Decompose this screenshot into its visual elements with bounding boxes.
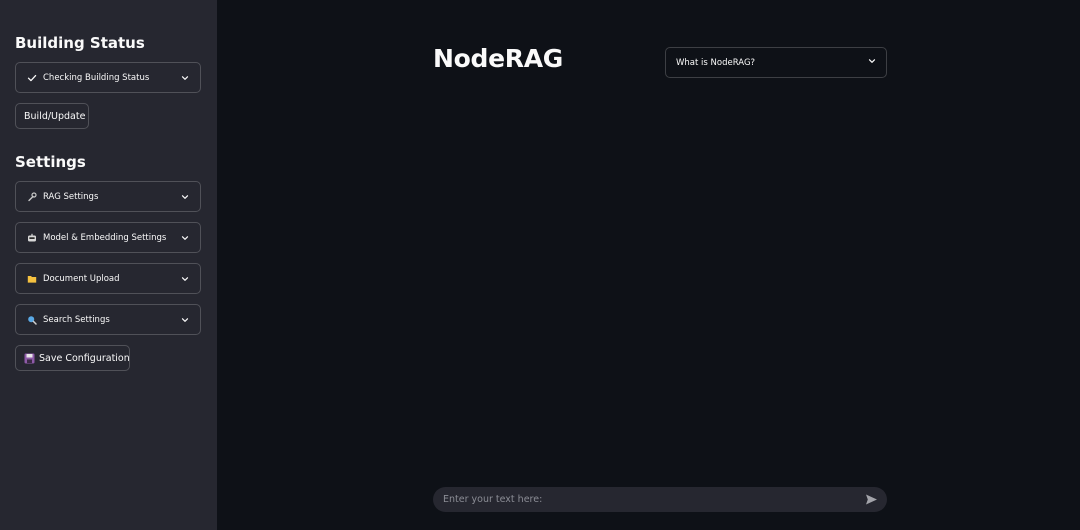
building-status-expander[interactable]: Checking Building Status [15,62,201,93]
chevron-down-icon [868,57,876,68]
wrench-icon [26,191,38,203]
document-upload-expander[interactable]: Document Upload [15,263,201,294]
save-configuration-button[interactable]: Save Configuration [15,345,130,371]
building-status-heading: Building Status [15,34,145,52]
what-is-noderag-expander[interactable]: What is NodeRAG? [665,47,887,78]
rag-settings-expander-label: RAG Settings [43,191,99,202]
app-root: Building Status Checking Building Status… [0,0,1080,530]
search-settings-expander[interactable]: Search Settings [15,304,201,335]
chat-input-container [433,487,887,512]
chevron-down-icon [180,73,190,83]
what-is-noderag-expander-label: What is NodeRAG? [676,57,756,68]
send-icon[interactable] [863,492,879,508]
build-update-button[interactable]: Build/Update [15,103,89,129]
chevron-down-icon [180,274,190,284]
chevron-down-icon [180,233,190,243]
model-embedding-settings-expander[interactable]: Model & Embedding Settings [15,222,201,253]
rag-settings-expander[interactable]: RAG Settings [15,181,201,212]
model-embedding-settings-expander-label: Model & Embedding Settings [43,232,167,243]
save-configuration-button-label: Save Configuration [39,352,130,364]
checkmark-icon [26,72,38,84]
building-status-expander-label: Checking Building Status [43,72,150,83]
sidebar: Building Status Checking Building Status… [0,0,217,530]
magnifier-icon [26,314,38,326]
page-title: NodeRAG [433,44,563,73]
chat-input[interactable] [443,494,863,505]
robot-icon [26,232,38,244]
settings-heading: Settings [15,153,86,171]
document-upload-expander-label: Document Upload [43,273,120,284]
chevron-down-icon [180,315,190,325]
build-update-button-label: Build/Update [24,110,86,122]
chevron-down-icon [180,192,190,202]
search-settings-expander-label: Search Settings [43,314,110,325]
folder-icon [26,273,38,285]
floppy-disk-icon [24,352,35,364]
